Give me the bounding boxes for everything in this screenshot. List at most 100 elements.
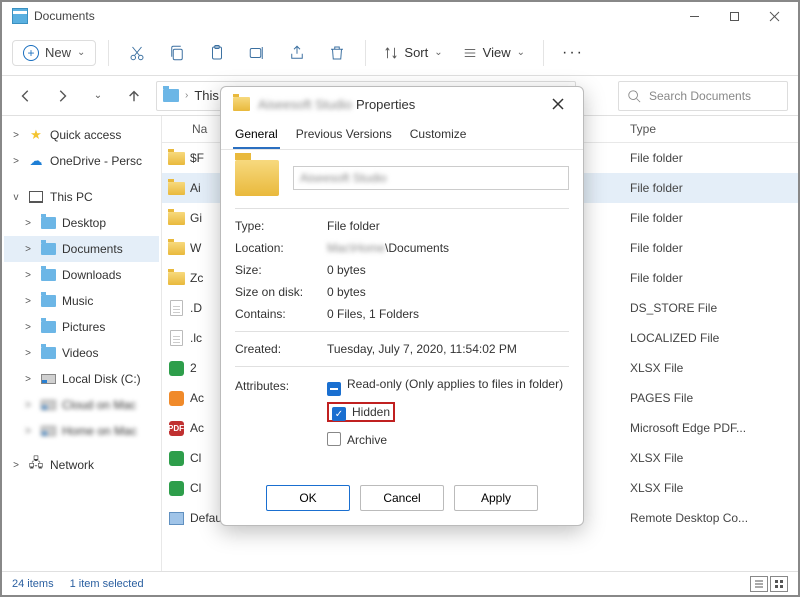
toolbar: + New ⌄ Sort ⌄ View ⌄ ··· xyxy=(2,30,798,76)
more-button[interactable]: ··· xyxy=(556,44,590,62)
selection-count: 1 item selected xyxy=(70,578,144,590)
attribute-archive[interactable]: Archive xyxy=(327,430,569,447)
tab-customize[interactable]: Customize xyxy=(408,121,469,149)
view-label: View xyxy=(483,45,511,60)
file-type: File folder xyxy=(630,151,798,165)
back-button[interactable] xyxy=(12,82,40,110)
plus-icon: + xyxy=(23,45,39,61)
share-button[interactable] xyxy=(281,37,313,69)
file-type: XLSX File xyxy=(630,451,798,465)
label-size: Size: xyxy=(235,263,327,277)
file-icon xyxy=(162,152,190,165)
label-location: Location: xyxy=(235,241,327,255)
new-button[interactable]: + New ⌄ xyxy=(12,40,96,66)
value-contains: 0 Files, 1 Folders xyxy=(327,307,569,321)
sidebar-item-desktop[interactable]: >Desktop xyxy=(4,210,159,236)
tab-previous-versions[interactable]: Previous Versions xyxy=(294,121,394,149)
sidebar-item-onedrive[interactable]: >☁OneDrive - Persc xyxy=(4,148,159,174)
name-input[interactable]: Aiseesoft Studio xyxy=(293,166,569,190)
chevron-down-icon: ⌄ xyxy=(517,47,525,58)
attribute-hidden[interactable]: ✓Hidden xyxy=(327,402,395,422)
dialog-close-button[interactable] xyxy=(545,91,571,117)
search-icon xyxy=(627,89,641,103)
maximize-button[interactable] xyxy=(714,4,754,28)
dialog-buttons: OK Cancel Apply xyxy=(221,475,583,525)
sort-button[interactable]: Sort ⌄ xyxy=(378,41,448,64)
sidebar-item-quick-access[interactable]: >★Quick access xyxy=(4,122,159,148)
cut-button[interactable] xyxy=(121,37,153,69)
star-icon: ★ xyxy=(28,127,44,143)
file-type: DS_STORE File xyxy=(630,301,798,315)
chevron-down-icon: ⌄ xyxy=(77,47,85,58)
file-type: Microsoft Edge PDF... xyxy=(630,421,798,435)
folder-icon xyxy=(40,241,56,257)
file-type: LOCALIZED File xyxy=(630,331,798,345)
sidebar-item-this-pc[interactable]: vThis PC xyxy=(4,184,159,210)
cloud-icon: ☁ xyxy=(28,153,44,169)
search-input[interactable]: Search Documents xyxy=(618,81,788,111)
pc-icon xyxy=(28,189,44,205)
label-type: Type: xyxy=(235,219,327,233)
folder-app-icon xyxy=(12,8,28,24)
status-bar: 24 items 1 item selected xyxy=(2,571,798,595)
file-icon xyxy=(162,361,190,376)
copy-button[interactable] xyxy=(161,37,193,69)
cancel-button[interactable]: Cancel xyxy=(360,485,444,511)
file-icon xyxy=(162,481,190,496)
forward-button[interactable] xyxy=(48,82,76,110)
file-type: File folder xyxy=(630,241,798,255)
titlebar: Documents xyxy=(2,2,798,30)
tab-general[interactable]: General xyxy=(233,121,280,149)
chevron-down-icon: ⌄ xyxy=(434,47,442,58)
sort-label: Sort xyxy=(404,45,428,60)
file-explorer-window: Documents + New ⌄ Sort ⌄ View ⌄ ··· xyxy=(0,0,800,597)
header-type[interactable]: Type xyxy=(630,122,798,136)
checkbox-checked-icon: ✓ xyxy=(332,407,346,421)
separator xyxy=(543,40,544,66)
delete-button[interactable] xyxy=(321,37,353,69)
list-view-button[interactable] xyxy=(750,576,768,592)
file-icon xyxy=(162,391,190,406)
view-button[interactable]: View ⌄ xyxy=(457,41,531,64)
dialog-title: Aiseesoft Studio Properties xyxy=(258,97,537,112)
folder-icon xyxy=(40,215,56,231)
sidebar-item-obscured[interactable]: >Home on Mac xyxy=(4,418,159,444)
close-button[interactable] xyxy=(754,4,794,28)
file-icon xyxy=(162,242,190,255)
file-icon xyxy=(162,512,190,525)
sidebar: >★Quick access >☁OneDrive - Persc vThis … xyxy=(2,116,162,571)
item-count: 24 items xyxy=(12,578,54,590)
file-type: File folder xyxy=(630,181,798,195)
file-type: File folder xyxy=(630,271,798,285)
disk-icon xyxy=(40,397,56,413)
value-location: Mac\Home\Documents xyxy=(327,241,569,255)
sidebar-item-network[interactable]: >🖧Network xyxy=(4,452,159,478)
up-button[interactable] xyxy=(120,82,148,110)
sidebar-item-music[interactable]: >Music xyxy=(4,288,159,314)
sidebar-item-downloads[interactable]: >Downloads xyxy=(4,262,159,288)
grid-view-button[interactable] xyxy=(770,576,788,592)
minimize-button[interactable] xyxy=(674,4,714,28)
attribute-readonly[interactable]: Read-only (Only applies to files in fold… xyxy=(327,377,569,394)
sidebar-item-pictures[interactable]: >Pictures xyxy=(4,314,159,340)
folder-large-icon xyxy=(235,160,279,196)
ok-button[interactable]: OK xyxy=(266,485,350,511)
sidebar-item-local-disk[interactable]: >Local Disk (C:) xyxy=(4,366,159,392)
file-type: XLSX File xyxy=(630,361,798,375)
paste-button[interactable] xyxy=(201,37,233,69)
dialog-tabs: General Previous Versions Customize xyxy=(221,121,583,150)
sidebar-item-obscured[interactable]: >Cloud on Mac xyxy=(4,392,159,418)
apply-button[interactable]: Apply xyxy=(454,485,538,511)
file-icon xyxy=(162,330,190,346)
file-icon xyxy=(162,182,190,195)
rename-button[interactable] xyxy=(241,37,273,69)
recent-button[interactable]: ⌄ xyxy=(84,82,112,110)
sidebar-item-videos[interactable]: >Videos xyxy=(4,340,159,366)
label-size-on-disk: Size on disk: xyxy=(235,285,327,299)
value-type: File folder xyxy=(327,219,569,233)
folder-icon xyxy=(40,293,56,309)
chevron-right-icon: › xyxy=(185,90,188,101)
properties-dialog: Aiseesoft Studio Properties General Prev… xyxy=(220,86,584,526)
sidebar-item-documents[interactable]: >Documents xyxy=(4,236,159,262)
file-type: PAGES File xyxy=(630,391,798,405)
